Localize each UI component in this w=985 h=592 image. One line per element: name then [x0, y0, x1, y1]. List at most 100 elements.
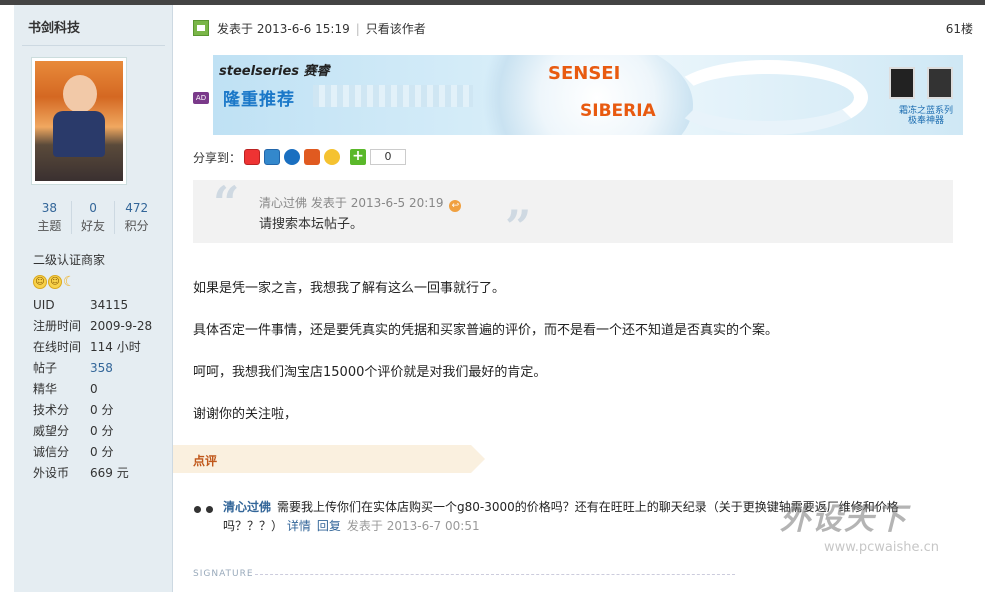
product-box-image	[927, 67, 953, 99]
info-key: 精华	[33, 382, 58, 396]
post-paragraph: 呵呵，我想我们淘宝店15000个评价就是对我们最好的肯定。	[193, 365, 547, 380]
posted-time: 2013-6-6 15:19	[256, 22, 350, 36]
info-row-uid: UID 34115	[33, 297, 152, 318]
stat-value[interactable]: 472	[115, 201, 158, 215]
info-key: 外设币	[33, 466, 70, 480]
quote-text: 请搜索本坛帖子。	[259, 217, 364, 232]
signature-divider	[255, 574, 735, 575]
open-quote-icon: “	[213, 176, 240, 230]
posts-link[interactable]: 358	[90, 360, 113, 381]
watermark-text: 外设天下	[780, 502, 908, 537]
info-row-tech: 技术分 0 分	[33, 402, 152, 423]
site-watermark: 外设天下 www.pcwaishe.cn	[780, 494, 970, 574]
info-key: UID	[33, 298, 55, 312]
info-value: 34115	[90, 298, 129, 312]
author-sidebar: 书剑科技 38 主题 0 好友 472 积分 二级认证商家 ☺ ☺ ☾ UID 3411…	[14, 5, 173, 592]
info-value: 0 分	[90, 445, 114, 459]
separator: |	[355, 22, 360, 36]
renren-icon[interactable]	[284, 149, 301, 165]
info-key: 威望分	[33, 424, 70, 438]
info-key: 在线时间	[33, 340, 82, 354]
banner-product-2: SIBERIA	[580, 101, 656, 121]
commenter-avatar-icon[interactable]	[193, 502, 215, 516]
ad-banner[interactable]: steelseries 赛睿 隆重推荐 SENSEI SIBERIA 霜冻之蓝系…	[213, 55, 963, 135]
banner-headset-shape	[668, 60, 868, 135]
banner-series: 霜冻之蓝系列 极奉神器	[898, 106, 953, 126]
info-row-credit: 诚信分 0 分	[33, 444, 152, 465]
comments-header: 点评	[173, 445, 485, 473]
post-header: 发表于 2013-6-6 15:19 | 只看该作者 61楼	[193, 18, 973, 38]
sun-icon: ☺	[48, 275, 62, 289]
qzone-icon[interactable]	[264, 149, 281, 165]
post-paragraph: 谢谢你的关注啦，	[193, 407, 298, 422]
info-row-register: 注册时间 2009-9-28	[33, 318, 152, 339]
jump-to-post-icon[interactable]: ↩	[449, 200, 462, 212]
stat-topics[interactable]: 38 主题	[28, 201, 72, 234]
online-status-icon	[193, 20, 209, 36]
post-meta: 发表于 2013-6-6 15:19 | 只看该作者	[217, 20, 426, 37]
comment-detail-link[interactable]: 详情	[287, 519, 311, 533]
avatar-photo	[35, 61, 123, 181]
stat-label: 主题	[37, 219, 62, 233]
info-row-online: 在线时间 114 小时	[33, 339, 152, 360]
quote-header: 清心过佛 发表于 2013-6-5 20:19 ↩	[259, 194, 462, 212]
comment-reply-link[interactable]: 回复	[317, 519, 341, 533]
comment-time: 2013-6-7 00:51	[386, 519, 480, 533]
comment-posted-label: 发表于	[346, 519, 383, 533]
avatar-face-shape	[63, 75, 97, 113]
avatar[interactable]	[31, 57, 127, 185]
author-only-link[interactable]: 只看该作者	[366, 22, 426, 36]
info-key: 诚信分	[33, 445, 70, 459]
stat-label: 积分	[124, 219, 149, 233]
post-paragraph: 如果是凭一家之言，我想我了解有这么一回事就行了。	[193, 281, 506, 296]
banner-promo: 隆重推荐	[223, 90, 295, 110]
info-value: 2009-9-28	[90, 319, 153, 333]
post-paragraph: 具体否定一件事情，还是要凭真实的凭据和买家普遍的评价，而不是看一个还不知道是否真…	[193, 323, 779, 338]
weibo-icon[interactable]	[244, 149, 261, 165]
watermark-url: www.pcwaishe.cn	[824, 540, 939, 555]
info-value: 0	[90, 382, 98, 396]
stat-label: 好友	[81, 219, 106, 233]
kaixin-icon[interactable]	[304, 149, 321, 165]
stat-value[interactable]: 0	[72, 201, 115, 215]
sun-icon: ☺	[33, 275, 47, 289]
stat-friends[interactable]: 0 好友	[72, 201, 116, 234]
info-value: 114 小时	[90, 340, 141, 354]
banner-product-1: SENSEI	[548, 63, 621, 84]
info-value: 669 元	[90, 466, 129, 480]
user-rank: 二级认证商家	[33, 253, 106, 267]
ad-badge: AD	[193, 92, 209, 104]
share-count: 0	[370, 149, 407, 165]
share-label: 分享到：	[193, 150, 242, 165]
stat-points[interactable]: 472 积分	[115, 201, 158, 234]
rank-stars: ☺ ☺ ☾	[33, 275, 77, 289]
author-stats: 38 主题 0 好友 472 积分	[28, 201, 158, 234]
share-bar: 分享到： + 0	[193, 148, 407, 166]
banner-brand: steelseries 赛睿	[219, 64, 330, 79]
info-value: 0 分	[90, 424, 114, 438]
posted-label: 发表于	[217, 22, 254, 36]
signature-label: SIGNATURE	[193, 569, 254, 579]
info-row-coins: 外设币 669 元	[33, 465, 152, 486]
info-value: 0 分	[90, 403, 114, 417]
moon-icon: ☾	[63, 274, 76, 290]
quote-block: “ ” 清心过佛 发表于 2013-6-5 20:19 ↩ 请搜索本坛帖子。	[193, 176, 953, 250]
quote-posted-label: 发表于	[310, 196, 347, 210]
info-key: 帖子	[33, 361, 58, 375]
product-box-image	[889, 67, 915, 99]
author-name[interactable]: 书剑科技	[28, 17, 80, 36]
banner-stripe	[313, 85, 473, 107]
stat-value[interactable]: 38	[28, 201, 71, 215]
divider	[22, 45, 165, 46]
qq-icon[interactable]	[324, 149, 341, 165]
close-quote-icon: ”	[505, 200, 532, 254]
info-row-posts: 帖子 358	[33, 360, 152, 381]
avatar-body-shape	[53, 111, 105, 157]
user-info-list: UID 34115 注册时间 2009-9-28 在线时间 114 小时 帖子 358 …	[33, 297, 152, 486]
share-more-button[interactable]: +	[350, 149, 367, 165]
floor-number[interactable]: 61楼	[946, 20, 973, 37]
info-row-prestige: 威望分 0 分	[33, 423, 152, 444]
info-row-digest: 精华 0	[33, 381, 152, 402]
quote-time: 2013-6-5 20:19	[350, 196, 444, 210]
comment-author[interactable]: 清心过佛	[223, 500, 271, 514]
